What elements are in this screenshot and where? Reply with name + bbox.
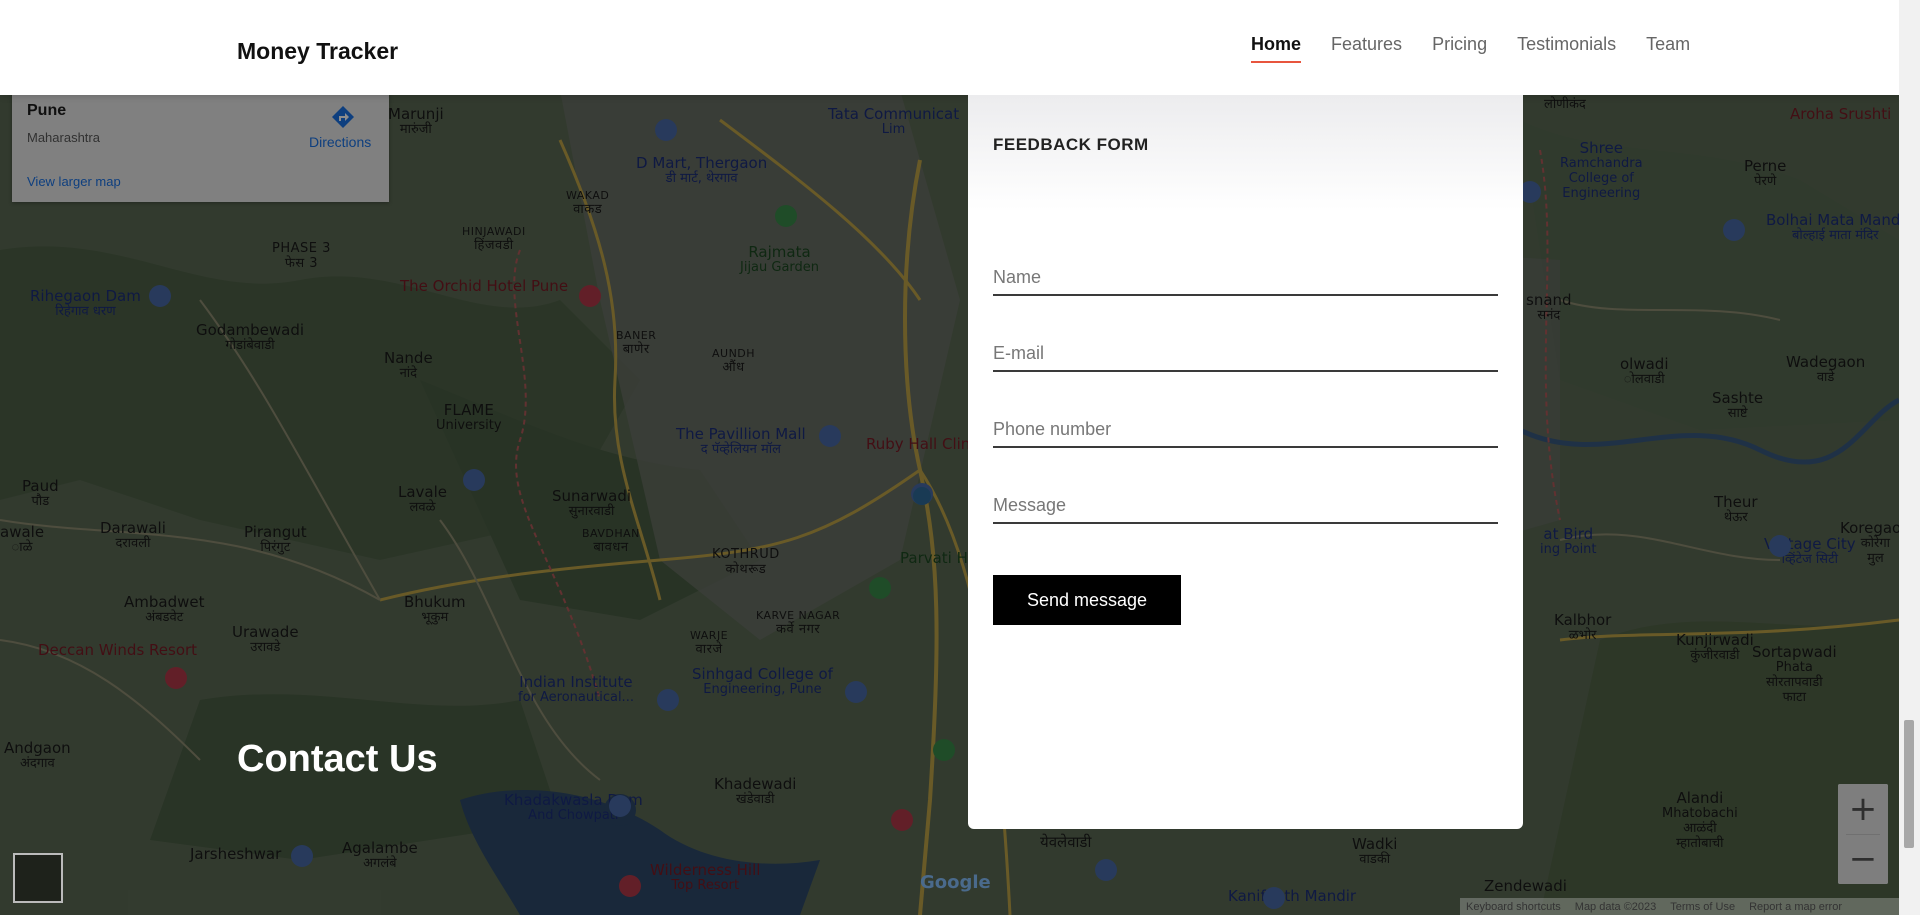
- name-input[interactable]: [993, 260, 1498, 296]
- report-map-error-link[interactable]: Report a map error: [1749, 901, 1842, 913]
- map-zoom-control: + −: [1838, 784, 1888, 884]
- map-layer-toggle[interactable]: [13, 853, 63, 903]
- nav-links: Home Features Pricing Testimonials Team: [1251, 34, 1690, 63]
- layer-dim: [15, 855, 61, 901]
- nav-team[interactable]: Team: [1646, 34, 1690, 63]
- map-data-text: Map data ©2023: [1574, 900, 1657, 913]
- terms-of-use-link[interactable]: Terms of Use: [1670, 901, 1735, 913]
- keyboard-shortcuts-link[interactable]: Keyboard shortcuts: [1466, 901, 1561, 913]
- page-scrollbar[interactable]: [1899, 0, 1920, 915]
- brand-logo[interactable]: Money Tracker: [237, 38, 398, 65]
- map-footer: Keyboard shortcuts Map data ©2023 Terms …: [1460, 898, 1899, 915]
- nav-home[interactable]: Home: [1251, 34, 1302, 63]
- google-logo: Google: [920, 872, 991, 893]
- nav-features[interactable]: Features: [1331, 34, 1402, 63]
- place-card-dim: [12, 90, 389, 202]
- scrollbar-thumb[interactable]: [1904, 720, 1914, 848]
- nav-pricing[interactable]: Pricing: [1432, 34, 1487, 63]
- email-input[interactable]: [993, 336, 1498, 372]
- feedback-form-card: FEEDBACK FORM Send message: [968, 95, 1523, 829]
- zoom-dim: [1838, 784, 1888, 884]
- feedback-form-title: FEEDBACK FORM: [993, 135, 1149, 154]
- phone-input[interactable]: [993, 412, 1498, 448]
- place-info-card: Pune Maharashtra View larger map Directi…: [12, 90, 389, 202]
- nav-testimonials[interactable]: Testimonials: [1517, 34, 1616, 63]
- send-message-button[interactable]: Send message: [993, 575, 1181, 625]
- navbar: Money Tracker Home Features Pricing Test…: [0, 0, 1899, 95]
- contact-heading: Contact Us: [237, 738, 438, 780]
- message-input[interactable]: [993, 488, 1498, 524]
